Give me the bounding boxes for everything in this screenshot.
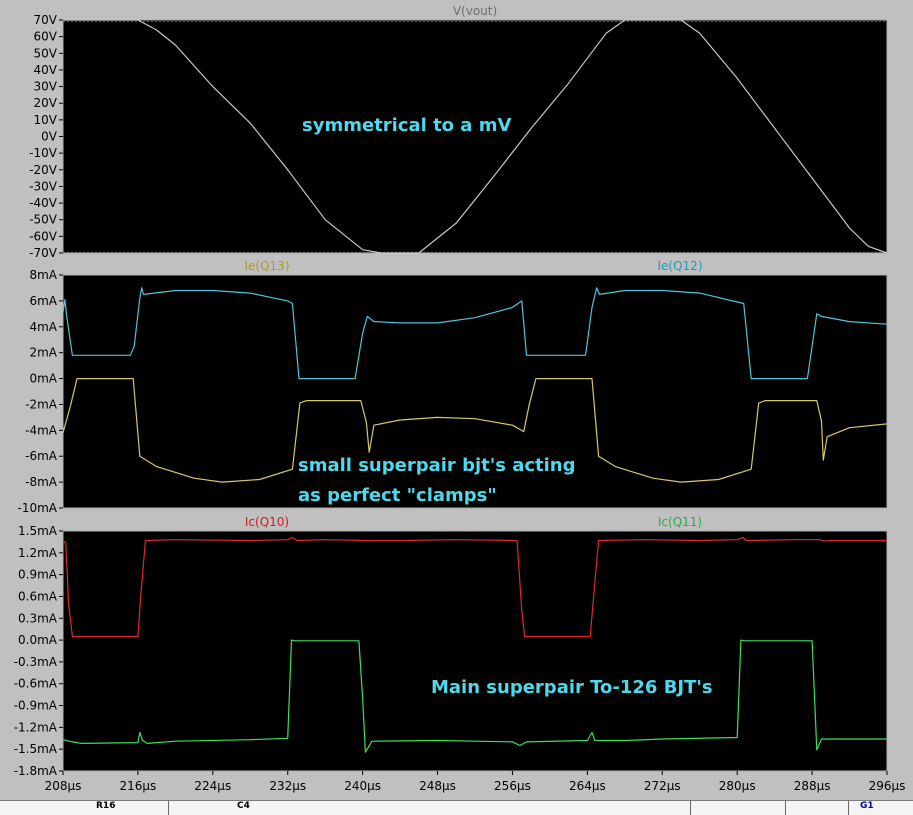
trace-label-ie-q13[interactable]: Ie(Q13) — [245, 259, 290, 273]
y-tick-label: -10V — [29, 146, 58, 160]
x-tick-label: 296µs — [869, 779, 906, 793]
y-tick-label: -20V — [29, 163, 58, 177]
schematic-label-r16: R16 — [96, 801, 116, 811]
y-tick-label: -30V — [29, 179, 58, 193]
y-tick-label: 60V — [34, 30, 58, 44]
y-tick-label: -0.3mA — [14, 655, 58, 669]
schematic-strip[interactable]: R16 C4 G1 — [0, 800, 913, 815]
x-tick-label: 256µs — [494, 779, 531, 793]
y-tick-label: -0.9mA — [14, 699, 58, 713]
y-tick-label: 0.3mA — [18, 611, 58, 625]
y-tick-label: 0.6mA — [18, 589, 58, 603]
y-tick-label: 1.2mA — [18, 546, 58, 560]
y-tick-label: 70V — [34, 13, 58, 27]
x-tick-label: 288µs — [794, 779, 831, 793]
trace-label-vout[interactable]: V(vout) — [453, 4, 497, 18]
y-tick-label: -6mA — [25, 449, 58, 463]
y-tick-label: 8mA — [29, 268, 57, 282]
trace-label-ie-q12[interactable]: Ie(Q12) — [658, 259, 703, 273]
schematic-label-g1: G1 — [860, 801, 874, 811]
pane-emitter-currents: Ie(Q13) Ie(Q12) 8mA 6mA 4mA 2mA 0mA -2mA -4mA -… — [18, 259, 888, 515]
y-tick-label: 4mA — [29, 320, 57, 334]
y-tick-label: 6mA — [29, 294, 57, 308]
y-axis-vout: 70V 60V 50V 40V 30V 20V 10V 0V -10V -20V -30V -40V -… — [29, 13, 63, 260]
y-axis-collector: 1.5mA 1.2mA 0.9mA 0.6mA 0.3mA 0.0mA -0.3mA -0.6… — [14, 524, 63, 778]
y-tick-label: -70V — [29, 246, 58, 260]
annotation-symmetrical: symmetrical to a mV — [302, 115, 511, 136]
trace-label-ic-q11[interactable]: Ic(Q11) — [658, 515, 702, 529]
y-tick-label: 2mA — [29, 346, 57, 360]
x-tick-label: 232µs — [269, 779, 306, 793]
y-tick-label: -60V — [29, 229, 58, 243]
trace-label-ic-q10[interactable]: Ic(Q10) — [245, 515, 289, 529]
annotation-clamps-line2: as perfect "clamps" — [298, 485, 497, 506]
y-tick-label: -1.5mA — [14, 742, 58, 756]
pane-collector-currents: Ic(Q10) Ic(Q11) 1.5mA 1.2mA 0.9mA 0.6mA 0.3m… — [14, 515, 906, 793]
x-tick-label: 216µs — [120, 779, 157, 793]
y-tick-label: 20V — [34, 96, 58, 110]
y-tick-label: 30V — [34, 80, 58, 94]
y-tick-label: -1.8mA — [14, 764, 58, 778]
y-tick-label: -10mA — [18, 501, 58, 515]
plot-area-vout[interactable] — [62, 19, 888, 254]
annotation-clamps-line1: small superpair bjt's acting — [298, 455, 576, 476]
x-tick-label: 248µs — [419, 779, 456, 793]
x-tick-label: 240µs — [344, 779, 381, 793]
y-tick-label: 0.0mA — [18, 633, 58, 647]
y-tick-label: -50V — [29, 213, 58, 227]
y-tick-label: -4mA — [25, 423, 58, 437]
y-tick-label: 0V — [41, 130, 58, 144]
x-axis-time: 208µs 216µs 224µs 232µs 240µs 248µs 256µs 264µs… — [45, 771, 906, 793]
y-tick-label: -0.6mA — [14, 677, 58, 691]
y-tick-label: 10V — [34, 113, 58, 127]
y-tick-label: -8mA — [25, 475, 58, 489]
y-tick-label: -1.2mA — [14, 720, 58, 734]
waveform-viewer: V(vout) 70V 60V 50V 40V 30V 20V 10V 0V -10V -20V -… — [14, 4, 906, 793]
schematic-label-c4: C4 — [237, 801, 250, 811]
x-tick-label: 208µs — [45, 779, 82, 793]
y-tick-label: -2mA — [25, 397, 58, 411]
y-tick-label: 40V — [34, 63, 58, 77]
y-tick-label: 0mA — [29, 372, 57, 386]
y-tick-label: 1.5mA — [18, 524, 58, 538]
x-tick-label: 280µs — [719, 779, 756, 793]
pane-vout: V(vout) 70V 60V 50V 40V 30V 20V 10V 0V -10V -20V -… — [29, 4, 888, 260]
plot-area-collector[interactable] — [62, 530, 888, 772]
x-tick-label: 224µs — [194, 779, 231, 793]
x-tick-label: 272µs — [644, 779, 681, 793]
y-tick-label: 0.9mA — [18, 568, 58, 582]
y-tick-label: -40V — [29, 196, 58, 210]
y-tick-label: 50V — [34, 46, 58, 60]
x-tick-label: 264µs — [569, 779, 606, 793]
annotation-main-superpair: Main superpair To-126 BJT's — [431, 677, 713, 698]
y-axis-emitter: 8mA 6mA 4mA 2mA 0mA -2mA -4mA -6mA -8mA -10mA — [18, 268, 63, 515]
